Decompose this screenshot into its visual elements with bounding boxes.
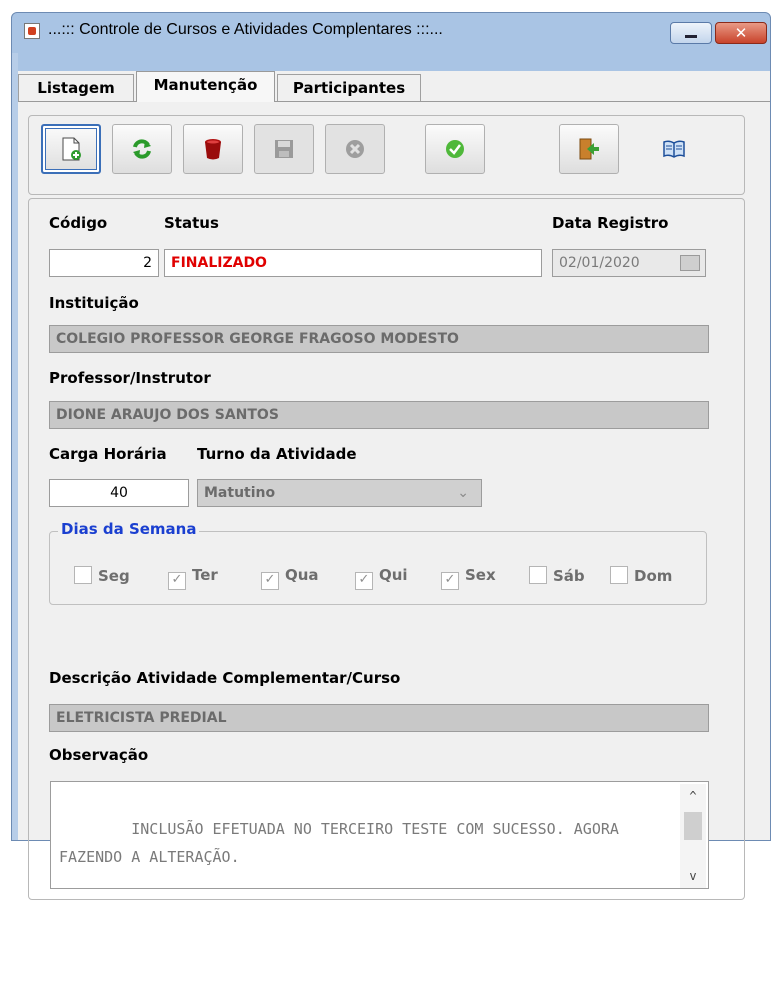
cancel-button[interactable] [325,124,385,174]
chevron-down-icon: ⌄ [457,485,469,501]
instituicao-field[interactable]: COLEGIO PROFESSOR GEORGE FRAGOSO MODESTO [49,325,709,353]
delete-button[interactable] [183,124,243,174]
new-icon [62,137,81,161]
descricao-field[interactable]: ELETRICISTA PREDIAL [49,704,709,732]
dias-semana-group: Dias da Semana Seg ✓ Ter ✓ Qua ✓ Qui ✓ Sex S… [49,520,707,605]
instituicao-label: Instituição [49,294,139,312]
data-registro-value: 02/01/2020 [559,255,640,271]
turno-value: Matutino [204,485,276,501]
status-label: Status [164,214,219,232]
data-registro-label: Data Registro [552,214,669,232]
exit-button[interactable] [559,124,619,174]
observacao-textarea[interactable]: INCLUSÃO EFETUADA NO TERCEIRO TESTE COM … [50,781,709,889]
checkbox-seg[interactable]: Seg [74,566,130,585]
scroll-down-icon[interactable]: v [680,866,706,886]
close-icon: ✕ [734,24,748,42]
codigo-field[interactable]: 2 [49,249,159,277]
title-bar[interactable]: ...::: Controle de Cursos e Atividades C… [12,13,770,53]
delete-icon [205,139,221,160]
main-window: ...::: Controle de Cursos e Atividades C… [11,12,771,900]
help-book-icon [663,140,685,158]
scroll-thumb[interactable] [684,812,702,840]
tab-manutencao[interactable]: Manutenção [136,71,275,102]
close-button[interactable]: ✕ [715,22,767,44]
save-icon [275,140,293,158]
form-panel: Código Status Data Registro 2 FINALIZADO… [28,198,745,900]
observacao-scrollbar[interactable]: ^ v [680,784,706,888]
checkbox-ter[interactable]: ✓ Ter [168,566,218,590]
professor-field[interactable]: DIONE ARAUJO DOS SANTOS [49,401,709,429]
save-button[interactable] [254,124,314,174]
java-app-icon [24,23,40,39]
checkbox-qua[interactable]: ✓ Qua [261,566,319,590]
scroll-up-icon[interactable]: ^ [680,786,706,806]
tab-bar: Listagem Manutenção Participantes [18,71,770,102]
cancel-icon [346,140,364,158]
checkbox-sex[interactable]: ✓ Sex [441,566,496,590]
tab-listagem[interactable]: Listagem [18,74,134,101]
calendar-icon[interactable] [680,255,700,271]
turno-select[interactable]: Matutino ⌄ [197,479,482,507]
carga-horaria-label: Carga Horária [49,445,167,463]
checkbox-sab[interactable]: Sáb [529,566,585,585]
refresh-button[interactable] [112,124,172,174]
confirm-icon [446,140,464,158]
data-registro-field[interactable]: 02/01/2020 [552,249,706,277]
checkbox-qui[interactable]: ✓ Qui [355,566,408,590]
observacao-label: Observação [49,746,149,764]
dias-semana-legend: Dias da Semana [58,520,200,538]
descricao-label: Descrição Atividade Complementar/Curso [49,669,401,687]
refresh-icon [133,139,151,159]
professor-label: Professor/Instrutor [49,369,211,387]
observacao-text: INCLUSÃO EFETUADA NO TERCEIRO TESTE COM … [59,820,628,866]
client-area: Listagem Manutenção Participantes Código… [18,71,770,900]
turno-label: Turno da Atividade [197,445,357,463]
codigo-label: Código [49,214,108,232]
toolbar [28,115,745,195]
exit-icon [579,138,599,160]
tab-participantes[interactable]: Participantes [277,74,421,101]
help-book-button[interactable] [644,124,704,174]
status-field[interactable]: FINALIZADO [164,249,542,277]
minimize-button[interactable] [670,22,712,44]
confirm-button[interactable] [425,124,485,174]
checkbox-dom[interactable]: Dom [610,566,672,585]
new-button[interactable] [41,124,101,174]
window-title: ...::: Controle de Cursos e Atividades C… [48,21,443,38]
carga-horaria-field[interactable]: 40 [49,479,189,507]
